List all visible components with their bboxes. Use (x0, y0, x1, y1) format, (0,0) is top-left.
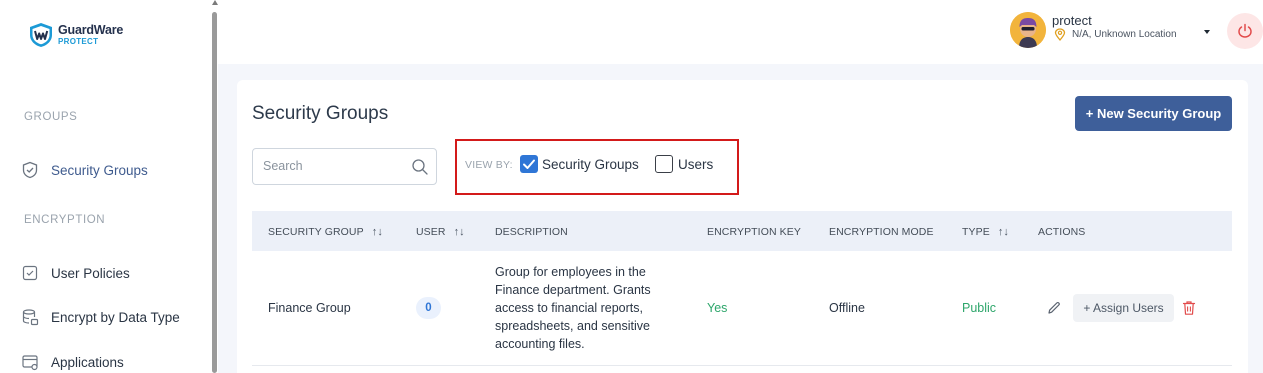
sort-icon[interactable]: ↑↓ (454, 226, 465, 238)
new-security-group-button[interactable]: + New Security Group (1075, 96, 1232, 131)
cell-type: Public (962, 301, 997, 315)
section-label-groups: GROUPS (24, 111, 78, 123)
topbar: protect N/A, Unknown Location (218, 0, 1263, 64)
sidebar-item-label: Encrypt by Data Type (51, 309, 180, 325)
column-header-type[interactable]: TYPE ↑↓ (962, 226, 1009, 238)
brand-logo[interactable]: GuardWare PROTECT (28, 22, 123, 48)
user-menu-caret-icon[interactable] (1204, 30, 1210, 34)
user-location: N/A, Unknown Location (1054, 28, 1177, 41)
column-header-security-group[interactable]: SECURITY GROUP ↑↓ (268, 226, 383, 238)
sidebar-item-label: Applications (51, 354, 124, 370)
clipboard-check-icon (20, 263, 40, 283)
view-by-label: VIEW BY: (465, 159, 513, 171)
sidebar-item-label: User Policies (51, 265, 130, 281)
sort-icon[interactable]: ↑↓ (372, 226, 383, 238)
cell-description: Group for employees in the Finance depar… (495, 265, 651, 351)
sidebar: GuardWare PROTECT GROUPS Security Groups… (0, 0, 212, 373)
cell-encryption-mode: Offline (829, 301, 865, 315)
power-icon (1238, 23, 1252, 38)
column-header-user[interactable]: USER ↑↓ (416, 226, 465, 238)
column-header-encryption-mode: ENCRYPTION MODE (829, 226, 934, 238)
sort-icon[interactable]: ↑↓ (998, 226, 1009, 238)
assign-users-button[interactable]: + Assign Users (1073, 294, 1174, 322)
delete-trash-icon[interactable] (1182, 300, 1196, 316)
location-pin-icon (1054, 28, 1066, 41)
logout-button[interactable] (1227, 13, 1263, 49)
view-security-groups-label[interactable]: Security Groups (542, 157, 639, 172)
row-divider (252, 365, 1232, 366)
search-input[interactable] (263, 159, 403, 173)
scrollbar-thumb[interactable] (212, 12, 217, 373)
brand-name: GuardWare (58, 23, 124, 38)
view-security-groups-checkbox[interactable] (520, 155, 538, 173)
page-title: Security Groups (252, 103, 389, 124)
user-location-text: N/A, Unknown Location (1072, 29, 1177, 40)
checkmark-icon (523, 159, 535, 169)
sidebar-item-applications[interactable]: Applications (20, 352, 124, 372)
sidebar-item-user-policies[interactable]: User Policies (20, 263, 130, 283)
sidebar-item-security-groups[interactable]: Security Groups (20, 160, 148, 180)
column-header-actions: ACTIONS (1038, 226, 1086, 238)
database-lock-icon (20, 307, 40, 327)
cell-encryption-key: Yes (707, 301, 728, 315)
edit-pencil-icon[interactable] (1046, 300, 1062, 316)
shield-check-icon (20, 160, 40, 180)
section-label-encryption: ENCRYPTION (24, 214, 106, 226)
view-users-checkbox[interactable] (655, 155, 673, 173)
avatar[interactable] (1010, 12, 1046, 48)
app-window-icon (20, 352, 40, 372)
user-count-badge: 0 (416, 297, 441, 319)
search-box[interactable] (252, 148, 437, 185)
column-header-encryption-key: ENCRYPTION KEY (707, 226, 801, 238)
view-users-label[interactable]: Users (678, 157, 713, 172)
brand-subtitle: PROTECT (58, 36, 99, 46)
column-header-description: DESCRIPTION (495, 226, 568, 238)
sidebar-item-encrypt-by-data-type[interactable]: Encrypt by Data Type (20, 307, 180, 327)
user-name: protect (1052, 13, 1092, 28)
search-icon[interactable] (411, 158, 429, 176)
sidebar-item-label: Security Groups (51, 162, 148, 178)
cell-security-group[interactable]: Finance Group (268, 301, 351, 315)
guardware-logo-icon (30, 23, 52, 47)
